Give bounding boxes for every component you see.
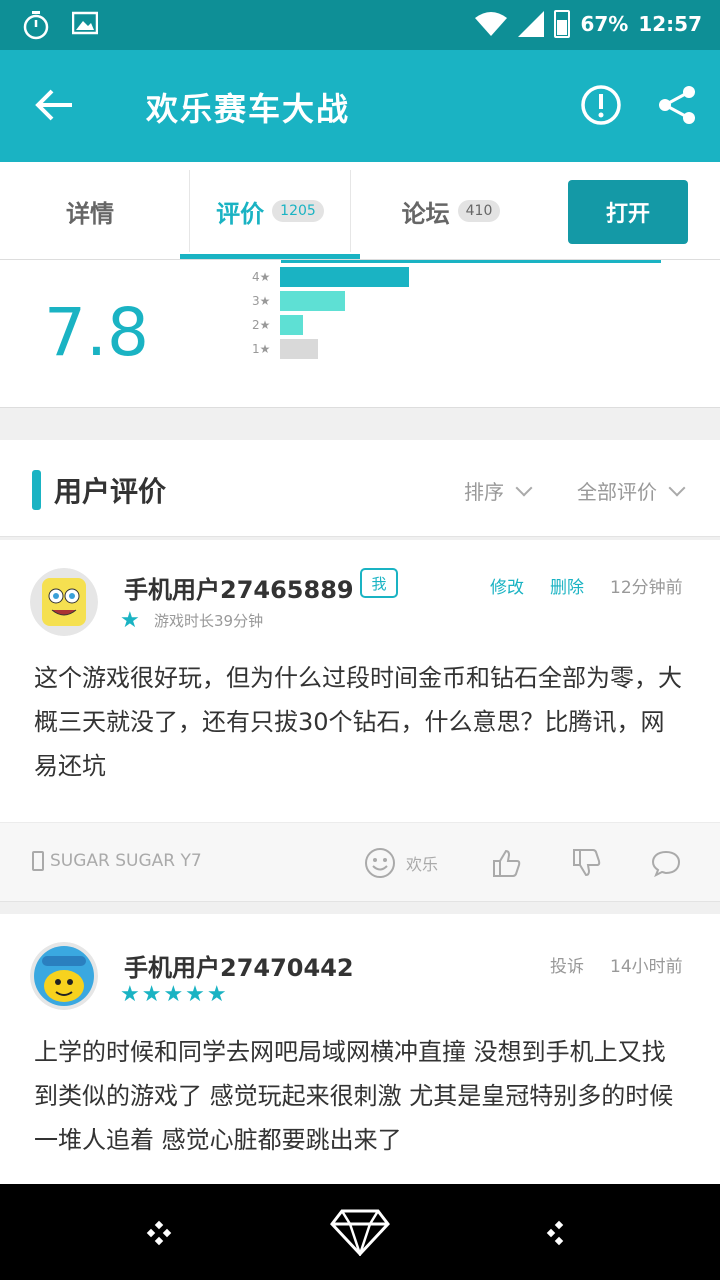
nav-dots-right-icon[interactable]: [546, 1220, 572, 1246]
smile-icon: [365, 848, 395, 878]
tab-label: 论坛: [401, 199, 450, 228]
open-button[interactable]: 打开: [568, 180, 688, 244]
username[interactable]: 手机用户27470442: [124, 948, 354, 983]
me-badge: 我: [360, 568, 398, 598]
rating-row-label: 2★: [252, 318, 271, 332]
review-actions: SUGAR SUGAR Y7 欢乐: [0, 822, 720, 902]
rating-row: 1★: [252, 339, 318, 359]
rating-bar: [280, 315, 303, 335]
report-link[interactable]: 投诉: [550, 952, 584, 977]
tab-label: 评价: [216, 199, 265, 228]
review-body: 上学的时候和同学去网吧局域网横冲直撞 没想到手机上又找到类似的游戏了 感觉玩起来…: [34, 1038, 674, 1154]
review-time: 12分钟前: [610, 578, 683, 598]
rating-bar: [280, 339, 318, 359]
battery-percentage: 67%: [580, 12, 629, 36]
tab-reviews[interactable]: 评价 1205: [190, 162, 350, 260]
section-title: 用户评价: [54, 475, 167, 508]
battery-icon: [554, 10, 571, 38]
timer-icon: [23, 11, 49, 40]
tab-count-badge: 410: [457, 200, 501, 222]
filter-label: 全部评价: [577, 480, 657, 504]
tab-details[interactable]: 详情: [0, 162, 180, 260]
star-rating: ★: [120, 608, 142, 633]
share-icon[interactable]: [656, 84, 698, 126]
tab-count-badge: 1205: [272, 200, 324, 222]
tab-label: 详情: [66, 199, 114, 228]
review-item: 手机用户27465889 我 修改 删除 12分钟前 ★ 游戏时长39分钟 这个…: [0, 540, 720, 822]
page-title: 欢乐赛车大战: [146, 90, 351, 128]
comment-icon[interactable]: [650, 847, 682, 879]
signal-icon: [518, 11, 545, 37]
device-info: SUGAR SUGAR Y7: [32, 851, 202, 871]
report-icon[interactable]: [580, 84, 622, 126]
status-bar: 67% 12:57: [0, 0, 720, 50]
rating-row-label: 3★: [252, 294, 271, 308]
thumbs-down-icon[interactable]: [570, 847, 602, 879]
review-time: 14小时前: [610, 957, 683, 977]
tab-forum[interactable]: 论坛 410: [351, 162, 551, 260]
filter-dropdown[interactable]: 全部评价: [577, 476, 686, 505]
rating-row: 4★: [252, 267, 409, 287]
edit-link[interactable]: 修改: [490, 573, 524, 598]
rating-row-label: 1★: [252, 342, 271, 356]
avatar[interactable]: [30, 568, 98, 636]
image-icon: [72, 11, 98, 35]
nav-dots-left-icon[interactable]: [146, 1220, 172, 1246]
rating-row: 2★: [252, 315, 303, 335]
user-reviews-header: 用户评价 排序 全部评价: [0, 440, 720, 537]
rating-row: 3★: [252, 291, 345, 311]
clock: 12:57: [638, 12, 702, 36]
avatar[interactable]: [30, 942, 98, 1010]
review-body: 这个游戏很好玩，但为什么过段时间金币和钻石全部为零，大概三天就没了，还有只拔30…: [34, 664, 682, 780]
sort-label: 排序: [464, 480, 504, 504]
rating-row-label: 4★: [252, 270, 271, 284]
rating-bar: [280, 291, 345, 311]
phone-icon: [32, 851, 44, 871]
rating-bar-5: [281, 260, 661, 263]
average-score: 7.8: [44, 294, 149, 371]
device-name: SUGAR SUGAR Y7: [50, 851, 202, 871]
active-tab-indicator: [180, 254, 360, 259]
chevron-down-icon: [515, 479, 533, 496]
nav-diamond-icon[interactable]: [330, 1208, 390, 1256]
rating-bar: [280, 267, 409, 287]
app-bar: 欢乐赛车大战: [0, 50, 720, 162]
review-item: 手机用户27470442 投诉 14小时前 ★★★★★ 上学的时候和同学去网吧局…: [0, 914, 720, 1184]
sort-dropdown[interactable]: 排序: [464, 476, 533, 505]
star-rating: ★★★★★: [120, 982, 229, 1007]
username[interactable]: 手机用户27465889: [124, 570, 354, 605]
system-nav-bar: [0, 1184, 720, 1280]
chevron-down-icon: [668, 479, 686, 496]
fun-label: 欢乐: [406, 855, 439, 874]
delete-link[interactable]: 删除: [550, 573, 584, 598]
fun-reaction-button[interactable]: 欢乐: [364, 847, 438, 879]
section-accent: [32, 470, 41, 510]
wifi-icon: [475, 12, 508, 36]
rating-summary: 7.8 4★ 3★ 2★ 1★: [0, 260, 720, 408]
play-time: 游戏时长39分钟: [154, 612, 264, 630]
back-arrow-icon[interactable]: [30, 80, 80, 130]
thumbs-up-icon[interactable]: [490, 847, 522, 879]
